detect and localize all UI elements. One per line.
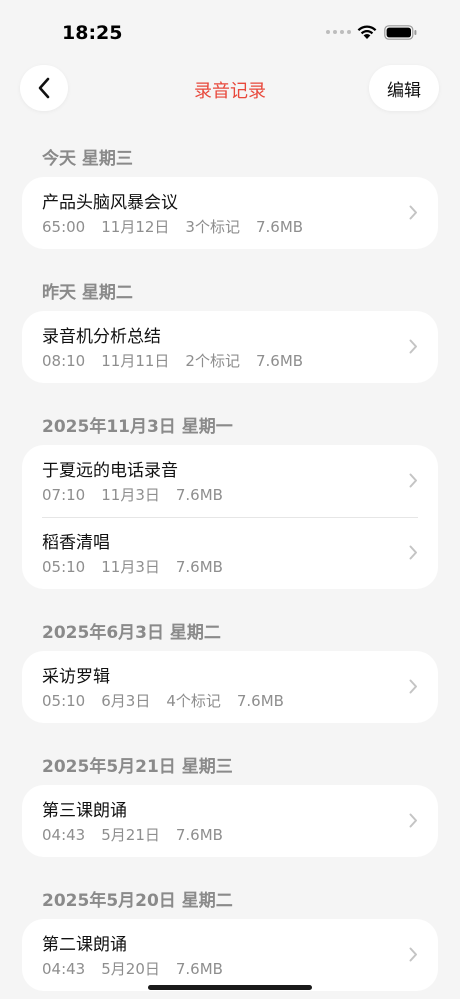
recording-title: 录音机分析总结 (42, 327, 161, 347)
recording-marks: 4个标记 (166, 692, 221, 710)
section-header: 昨天 星期二 (42, 283, 133, 303)
section-card: 录音机分析总结 08:10 11月11日 2个标记 7.6MB (22, 311, 438, 383)
recording-date: 11月12日 (101, 218, 170, 236)
recording-duration: 05:10 (42, 558, 86, 576)
chevron-right-icon (409, 339, 417, 354)
recording-row[interactable]: 于夏远的电话录音 07:10 11月3日 7.6MB (22, 445, 438, 517)
chevron-right-icon (409, 205, 417, 220)
recording-row[interactable]: 第三课朗诵 04:43 5月21日 7.6MB (22, 785, 438, 857)
home-indicator[interactable] (148, 985, 312, 990)
section-card: 采访罗辑 05:10 6月3日 4个标记 7.6MB (22, 651, 438, 723)
recording-size: 7.6MB (175, 960, 223, 978)
recording-date: 11月3日 (101, 558, 160, 576)
section-header: 2025年11月3日 星期一 (42, 417, 233, 437)
recording-row[interactable]: 录音机分析总结 08:10 11月11日 2个标记 7.6MB (22, 311, 438, 383)
recording-marks: 2个标记 (185, 352, 240, 370)
status-bar: 18:25 (0, 0, 460, 62)
recording-date: 5月20日 (101, 960, 160, 978)
recording-title: 第二课朗诵 (42, 935, 127, 955)
recording-meta: 07:10 11月3日 7.6MB (42, 485, 438, 505)
recording-duration: 65:00 (42, 218, 86, 236)
section-header: 2025年6月3日 星期二 (42, 623, 221, 643)
recording-row[interactable]: 第二课朗诵 04:43 5月20日 7.6MB (22, 919, 438, 991)
section-card: 第二课朗诵 04:43 5月20日 7.6MB (22, 919, 438, 991)
edit-button[interactable]: 编辑 (369, 65, 439, 111)
recording-row[interactable]: 采访罗辑 05:10 6月3日 4个标记 7.6MB (22, 651, 438, 723)
chevron-right-icon (409, 813, 417, 828)
recording-duration: 04:43 (42, 826, 86, 844)
recording-meta: 04:43 5月20日 7.6MB (42, 959, 438, 979)
recording-size: 7.6MB (236, 692, 284, 710)
recording-duration: 07:10 (42, 486, 86, 504)
recording-duration: 08:10 (42, 352, 86, 370)
recording-date: 6月3日 (101, 692, 151, 710)
section-header: 2025年5月21日 星期三 (42, 757, 233, 777)
recording-date: 11月3日 (101, 486, 160, 504)
chevron-right-icon (409, 679, 417, 694)
recording-date: 5月21日 (101, 826, 160, 844)
recording-title: 采访罗辑 (42, 667, 110, 687)
recording-marks: 3个标记 (185, 218, 240, 236)
recording-meta: 04:43 5月21日 7.6MB (42, 825, 438, 845)
recording-duration: 05:10 (42, 692, 86, 710)
recording-duration: 04:43 (42, 960, 86, 978)
cellular-signal-icon (326, 30, 351, 34)
recording-meta: 05:10 6月3日 4个标记 7.6MB (42, 691, 438, 711)
recording-size: 7.6MB (255, 352, 304, 370)
recording-title: 稻香清唱 (42, 533, 110, 553)
battery-icon (384, 25, 417, 40)
navigation-bar: 录音记录 编辑 (0, 65, 460, 113)
recording-title: 产品头脑风暴会议 (42, 193, 178, 213)
chevron-right-icon (409, 545, 417, 560)
recording-size: 7.6MB (175, 558, 223, 576)
recording-row[interactable]: 产品头脑风暴会议 65:00 11月12日 3个标记 7.6MB (22, 177, 438, 249)
recording-size: 7.6MB (175, 486, 223, 504)
recording-meta: 05:10 11月3日 7.6MB (42, 557, 438, 577)
recording-size: 7.6MB (175, 826, 223, 844)
section-card: 于夏远的电话录音 07:10 11月3日 7.6MB 稻香清唱 05:10 11月3日… (22, 445, 438, 589)
recording-title: 于夏远的电话录音 (42, 461, 178, 481)
chevron-right-icon (409, 473, 417, 488)
recording-size: 7.6MB (255, 218, 304, 236)
recording-meta: 65:00 11月12日 3个标记 7.6MB (42, 217, 438, 237)
recording-meta: 08:10 11月11日 2个标记 7.6MB (42, 351, 438, 371)
section-header: 今天 星期三 (42, 149, 133, 169)
chevron-right-icon (409, 947, 417, 962)
recording-title: 第三课朗诵 (42, 801, 127, 821)
wifi-icon (357, 25, 377, 39)
recording-row[interactable]: 稻香清唱 05:10 11月3日 7.6MB (22, 517, 438, 589)
status-time: 18:25 (62, 22, 123, 44)
section-header: 2025年5月20日 星期二 (42, 891, 233, 911)
recording-list: 今天 星期三 产品头脑风暴会议 65:00 11月12日 3个标记 7.6MB 昨天 … (22, 141, 438, 999)
section-card: 产品头脑风暴会议 65:00 11月12日 3个标记 7.6MB (22, 177, 438, 249)
section-card: 第三课朗诵 04:43 5月21日 7.6MB (22, 785, 438, 857)
recording-date: 11月11日 (101, 352, 170, 370)
